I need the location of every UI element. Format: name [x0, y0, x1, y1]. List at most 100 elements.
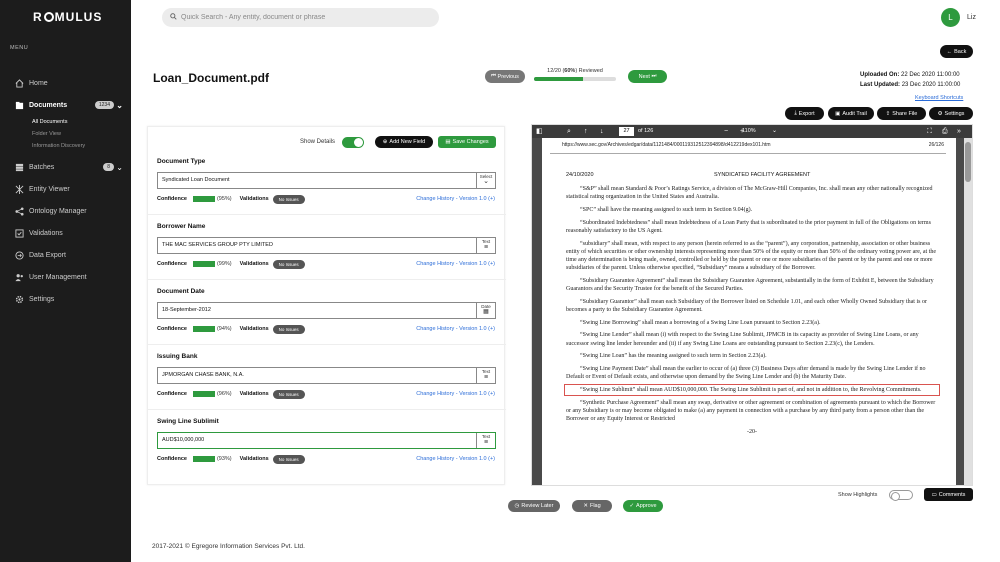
check-icon: ✓	[629, 503, 635, 509]
pdf-canvas[interactable]: https://www.sec.gov/Archives/edgar/data/…	[532, 138, 972, 485]
sidebar-item-label: Home	[29, 79, 48, 87]
previous-button[interactable]: ⏮ Previous	[485, 70, 525, 83]
quick-search-bar[interactable]	[162, 8, 439, 27]
pdf-rule	[550, 153, 946, 154]
pdf-text: “S&P” shall mean Standard & Poor’s Ratin…	[564, 185, 940, 440]
document-timestamps: Uploaded On: 22 Dec 2020 11:00:00 Last U…	[860, 70, 960, 90]
pdf-page-input[interactable]: 27	[619, 127, 634, 136]
sidebar-sub-information-discovery[interactable]: Information Discovery	[0, 140, 131, 152]
search-input[interactable]	[181, 14, 421, 21]
change-history-link[interactable]: Change History - Version 1.0 (+)	[416, 326, 495, 332]
field-type-tag[interactable]: Text ≡	[476, 368, 495, 383]
sidebar-sub-folder-view[interactable]: Folder View	[0, 128, 131, 140]
field-type-tag[interactable]: Select ⌄	[476, 173, 495, 188]
sidebar-item-home[interactable]: Home	[0, 72, 131, 94]
field-input-wrap[interactable]: Date▦	[157, 302, 496, 319]
arrow-up-icon[interactable]: ↑	[584, 127, 588, 136]
search-icon	[170, 13, 177, 22]
field-swing-line-sublimit: Swing Line Sublimit Text≡ Confidence (93…	[157, 418, 498, 468]
next-label: Next	[638, 73, 650, 80]
status-badge: No Issues	[272, 389, 305, 399]
field-divider	[148, 344, 506, 345]
zoom-level[interactable]: 110%	[742, 127, 756, 136]
keyboard-shortcuts-link[interactable]: Keyboard Shortcuts	[915, 95, 963, 101]
sidebar-item-documents[interactable]: Documents 1234 ⌄	[0, 94, 131, 116]
chevron-down-icon[interactable]: ⌄	[116, 101, 123, 110]
save-changes-button[interactable]: ▤ Save Changes	[438, 136, 496, 148]
borrower-name-input[interactable]	[162, 242, 472, 248]
field-type-tag[interactable]: Text ≡	[476, 433, 495, 448]
pdf-scrollbar[interactable]	[964, 138, 972, 485]
pdf-highlighted-paragraph[interactable]: “Swing Line Sublimit” shall mean AUD$10,…	[564, 383, 940, 397]
status-badge: No Issues	[272, 259, 305, 269]
sidebar-item-label: Settings	[29, 295, 55, 303]
sidebar-item-entity-viewer[interactable]: Entity Viewer	[0, 178, 131, 200]
print-icon[interactable]: ⎙	[942, 127, 948, 136]
uploaded-value: 22 Dec 2020 11:00:00	[901, 72, 960, 78]
field-input-wrap[interactable]: Select⌄	[157, 172, 496, 189]
sidebar-nav: Home Documents 1234 ⌄ All Documents Fold…	[0, 72, 131, 310]
pdf-paragraph: “subsidiary” shall mean, with respect to…	[566, 240, 937, 272]
show-details-toggle[interactable]	[342, 137, 364, 148]
field-input-wrap[interactable]: Text≡	[157, 432, 496, 449]
sidebar-item-settings[interactable]: Settings	[0, 288, 131, 310]
home-icon	[14, 78, 24, 88]
pdf-paragraph: “Synthetic Purchase Agreement” shall mea…	[566, 399, 936, 422]
user-name[interactable]: Liz	[967, 14, 976, 21]
change-history-link[interactable]: Change History - Version 1.0 (+)	[416, 391, 495, 397]
field-input-wrap[interactable]: Text≡	[157, 237, 496, 254]
fullscreen-icon[interactable]: ⛶	[927, 127, 932, 136]
sidebar-sub-all-documents[interactable]: All Documents	[0, 116, 131, 128]
document-type-select[interactable]	[162, 177, 472, 183]
show-highlights-toggle[interactable]	[889, 490, 913, 501]
export-button[interactable]: ⤓ Export	[785, 107, 824, 120]
pdf-page-total: of 126	[638, 128, 654, 134]
settings-button[interactable]: ⚙ Settings	[929, 107, 973, 120]
sidebar-item-ontology-manager[interactable]: Ontology Manager	[0, 200, 131, 222]
review-later-button[interactable]: ◷ Review Later	[508, 500, 560, 512]
sidebar-item-batches[interactable]: Batches 8 ⌄	[0, 156, 131, 178]
next-button[interactable]: Next ⏭	[628, 70, 667, 83]
search-icon[interactable]: ⌕	[567, 127, 571, 136]
swing-line-sublimit-input[interactable]	[162, 437, 472, 443]
chevron-down-icon[interactable]: ⌄	[116, 163, 123, 172]
approve-button[interactable]: ✓ Approve	[623, 500, 663, 512]
chevron-down-icon[interactable]: ⌄	[772, 127, 777, 136]
sidebar-item-data-export[interactable]: Data Export	[0, 244, 131, 266]
issuing-bank-input[interactable]	[162, 372, 472, 378]
app-logo[interactable]: R MULUS	[33, 10, 102, 24]
change-history-link[interactable]: Change History - Version 1.0 (+)	[416, 196, 495, 202]
confidence-bar	[192, 261, 215, 267]
arrow-down-icon[interactable]: ↓	[600, 127, 604, 136]
flag-button[interactable]: ✕ Flag	[572, 500, 612, 512]
field-input-wrap[interactable]: Text≡	[157, 367, 496, 384]
previous-label: Previous	[497, 73, 519, 80]
status-badge: No Issues	[272, 194, 305, 204]
menu-lines-icon: ≡	[483, 244, 489, 251]
sidebar-item-user-management[interactable]: User Management	[0, 266, 131, 288]
page-title: Loan_Document.pdf	[153, 71, 269, 85]
add-new-field-button[interactable]: ⊕ Add New Field	[375, 136, 433, 148]
more-icon[interactable]: »	[957, 127, 961, 136]
sidebar: R MULUS MENU Home Documents 1234 ⌄ All Do…	[0, 0, 131, 562]
comments-button[interactable]: ▭ Comments	[924, 488, 973, 501]
audit-trail-button[interactable]: ▣ Audit Trail	[828, 107, 874, 120]
validations-label: Validations	[239, 326, 269, 332]
gear-icon	[14, 294, 24, 304]
arrow-left-icon: ←	[946, 48, 953, 55]
document-date-input[interactable]	[162, 307, 472, 313]
change-history-link[interactable]: Change History - Version 1.0 (+)	[416, 456, 495, 462]
field-type-tag[interactable]: Date ▦	[476, 303, 495, 318]
sidebar-toggle-icon[interactable]: ◧	[536, 127, 543, 136]
zoom-out-icon[interactable]: −	[724, 127, 728, 136]
change-history-link[interactable]: Change History - Version 1.0 (+)	[416, 261, 495, 267]
sidebar-item-validations[interactable]: Validations	[0, 222, 131, 244]
validations-icon	[14, 228, 24, 238]
field-document-date: Document Date Date▦ Confidence (94%) Val…	[157, 288, 498, 338]
back-button[interactable]: ← Back	[940, 45, 973, 58]
status-badge: No Issues	[272, 324, 305, 334]
field-type-tag[interactable]: Text ≡	[476, 238, 495, 253]
share-file-button[interactable]: ⇪ Share File	[877, 107, 926, 120]
pdf-scrollbar-thumb[interactable]	[965, 142, 971, 182]
avatar[interactable]: L	[941, 8, 960, 27]
